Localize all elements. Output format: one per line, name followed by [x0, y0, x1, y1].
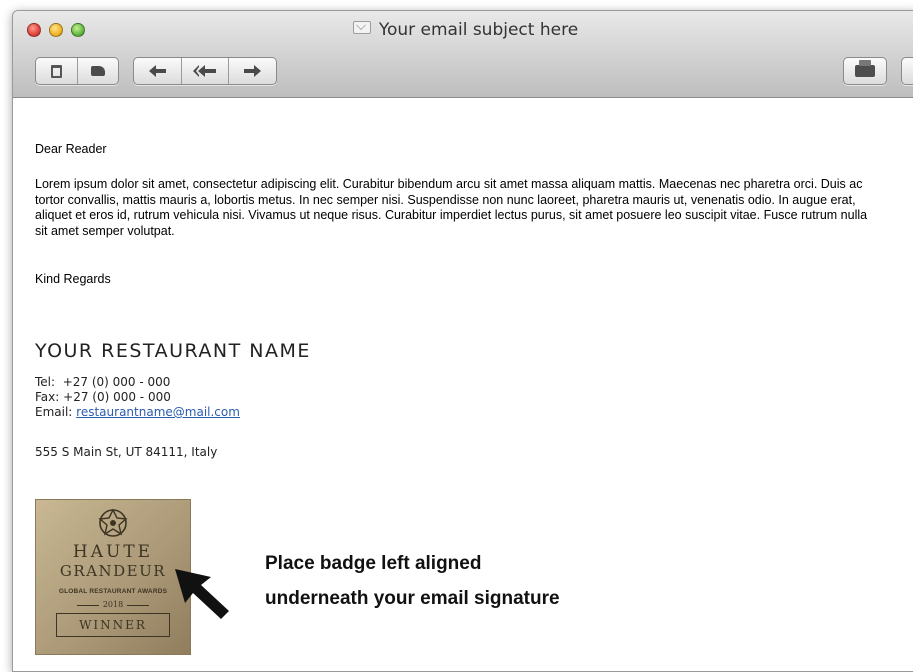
- signature-address: 555 S Main St, UT 84111, Italy: [35, 445, 218, 459]
- arrow-pointer-icon: [175, 569, 229, 619]
- signature-contact: Tel: +27 (0) 000 - 000 Fax: +27 (0) 000 …: [35, 375, 240, 420]
- email-body: Lorem ipsum dolor sit amet, consectetur …: [35, 177, 868, 238]
- mail-window: Your email subject here Dear Reader Lore…: [12, 10, 913, 672]
- fax-value: +27 (0) 000 - 000: [63, 390, 171, 404]
- printer-icon: [855, 60, 875, 77]
- delete-button[interactable]: [36, 58, 77, 84]
- reply-group: [133, 57, 277, 85]
- badge-line2: GRANDEUR: [59, 562, 167, 580]
- reply-button[interactable]: [134, 58, 181, 84]
- email-closing: Kind Regards: [35, 272, 111, 286]
- email-label: Email:: [35, 405, 73, 419]
- reply-all-button[interactable]: [181, 58, 228, 84]
- reply-all-icon: [193, 65, 216, 77]
- trash-icon: [51, 64, 62, 78]
- callout-line2: underneath your email signature: [265, 588, 560, 609]
- window-title-text: Your email subject here: [378, 20, 579, 40]
- email-greeting: Dear Reader: [35, 142, 107, 156]
- thumbs-down-icon: [91, 66, 105, 76]
- delete-junk-group: [35, 57, 119, 85]
- forward-button[interactable]: [228, 58, 275, 84]
- email-line: Email: restaurantname@mail.com: [35, 405, 240, 420]
- email-link[interactable]: restaurantname@mail.com: [76, 405, 240, 419]
- tel-label: Tel:: [35, 375, 56, 389]
- fax-label: Fax:: [35, 390, 60, 404]
- restaurant-name: YOUR RESTAURANT NAME: [35, 340, 311, 362]
- titlebar: Your email subject here: [13, 11, 913, 98]
- badge-line3: GLOBAL RESTAURANT AWARDS: [58, 588, 168, 595]
- forward-icon: [244, 65, 261, 77]
- print-group: [843, 57, 887, 85]
- flag-group: ▼: [901, 57, 913, 85]
- callout-line1: Place badge left aligned: [265, 553, 482, 574]
- print-button[interactable]: [844, 58, 886, 84]
- envelope-icon: [352, 21, 371, 34]
- emblem-icon: [98, 508, 128, 537]
- window-title: Your email subject here: [13, 20, 913, 40]
- tel-value: +27 (0) 000 - 000: [62, 375, 171, 389]
- badge-year: 2018: [36, 600, 190, 609]
- fax-line: Fax: +27 (0) 000 - 000: [35, 390, 240, 405]
- badge-line1: HAUTE: [72, 542, 154, 562]
- award-badge: HAUTE GRANDEUR GLOBAL RESTAURANT AWARDS …: [35, 499, 191, 655]
- tel-line: Tel: +27 (0) 000 - 000: [35, 375, 240, 390]
- junk-button[interactable]: [77, 58, 118, 84]
- flag-button[interactable]: [902, 58, 913, 84]
- badge-award: WINNER: [56, 613, 170, 637]
- toolbar: ▼: [13, 57, 913, 89]
- reply-icon: [148, 65, 166, 77]
